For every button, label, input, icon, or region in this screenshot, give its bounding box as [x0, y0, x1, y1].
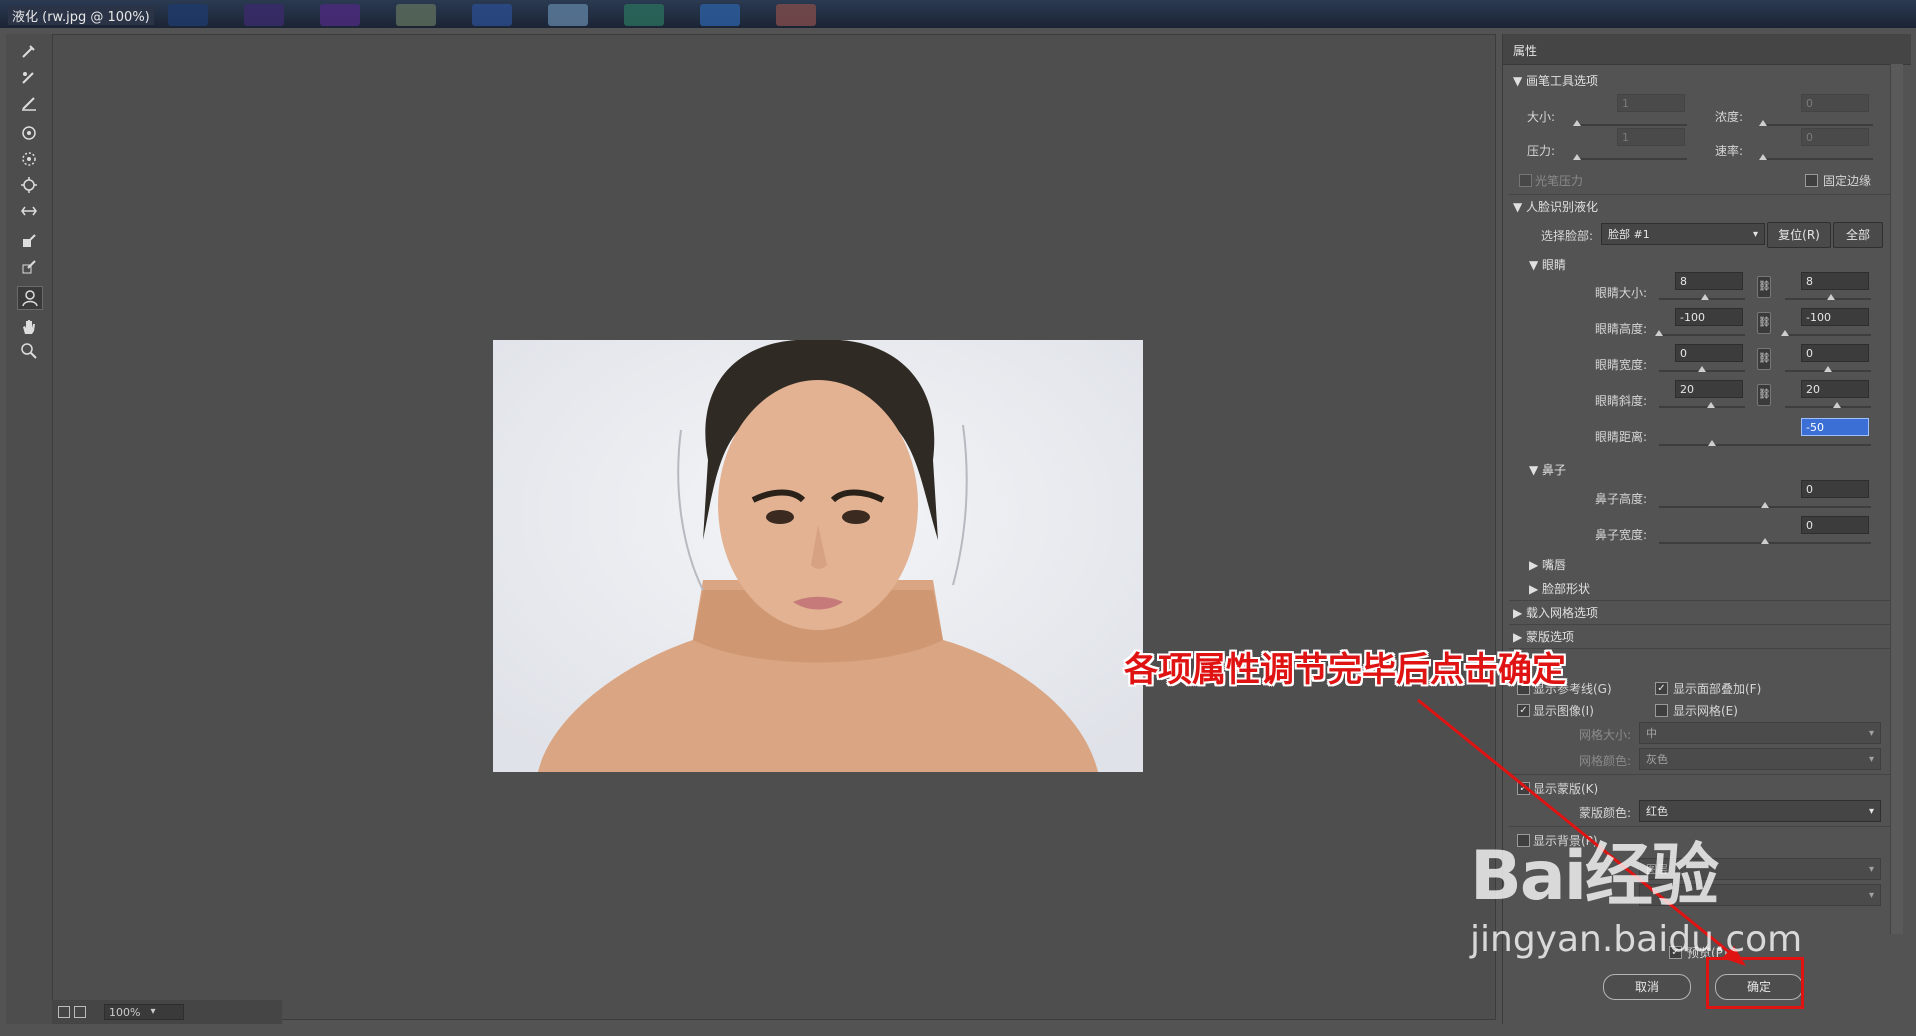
watermark-brand: Bai经验 [1470, 837, 1719, 916]
ok-button-highlight [1706, 957, 1804, 1009]
baidu-watermark: Bai经验 jingyan.baidu.com [1470, 820, 1802, 960]
watermark-url: jingyan.baidu.com [1470, 919, 1803, 960]
